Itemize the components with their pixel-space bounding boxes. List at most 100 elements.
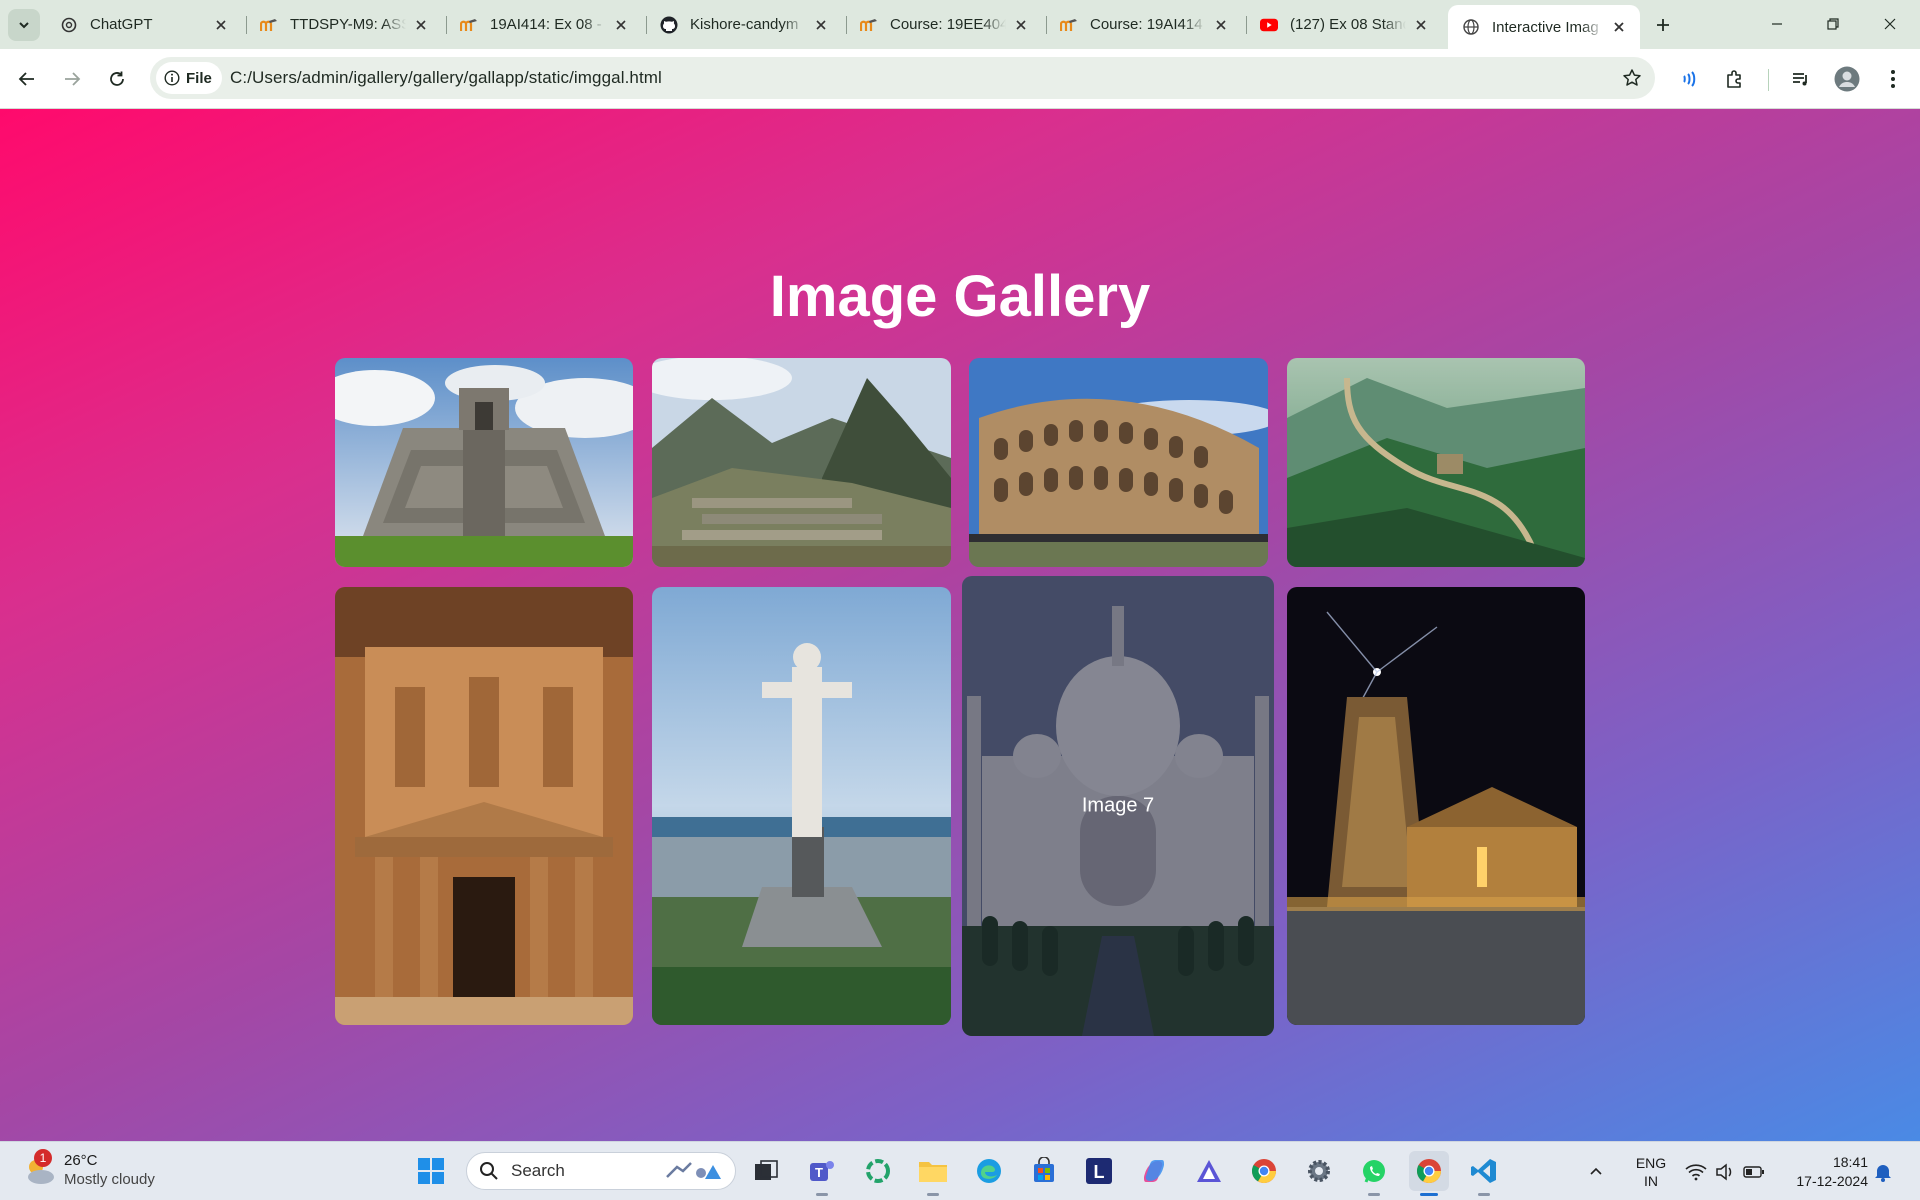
weather-widget[interactable]: 1 26°C Mostly cloudy — [22, 1149, 155, 1189]
proton-vpn-app[interactable] — [1189, 1151, 1229, 1191]
notifications-button[interactable] — [1874, 1142, 1892, 1200]
chrome-profile-app[interactable] — [1409, 1151, 1449, 1196]
tab-title: 19AI414: Ex 08 - — [490, 16, 602, 33]
bookmark-star-button[interactable] — [1621, 67, 1643, 89]
reload-button[interactable] — [100, 62, 134, 96]
file-explorer-app[interactable] — [913, 1151, 953, 1196]
avatar — [1834, 66, 1860, 92]
clock[interactable]: 18:41 17-12-2024 — [1782, 1142, 1868, 1200]
tab-ttdspy[interactable]: TTDSPY-M9: ASS — [246, 6, 442, 43]
back-arrow-icon — [18, 72, 34, 86]
running-indicator — [927, 1193, 939, 1196]
tab-chatgpt[interactable]: ChatGPT — [46, 6, 242, 43]
minimize-button[interactable] — [1755, 8, 1799, 40]
close-icon[interactable] — [1012, 16, 1030, 34]
settings-app[interactable] — [1299, 1151, 1339, 1191]
svg-text:L: L — [1094, 1162, 1105, 1182]
address-bar[interactable]: File C:/Users/admin/igallery/gallery/gal… — [150, 57, 1655, 99]
whatsapp-app[interactable] — [1354, 1151, 1394, 1196]
task-view-icon — [755, 1160, 778, 1180]
chatgpt-icon — [60, 16, 78, 34]
gallery-image-2[interactable] — [652, 358, 951, 567]
gallery-image-7[interactable]: Image 7 — [962, 576, 1274, 1036]
edge-app[interactable] — [969, 1151, 1009, 1191]
tab-course-19ai414[interactable]: Course: 19AI414 — [1046, 6, 1242, 43]
image-caption: Image 7 — [1081, 794, 1155, 817]
chevron-down-icon — [19, 22, 29, 29]
close-icon[interactable] — [612, 16, 630, 34]
new-tab-button[interactable] — [1650, 12, 1676, 38]
browser-menu-button[interactable] — [1876, 62, 1910, 96]
close-icon[interactable] — [212, 16, 230, 34]
windows-taskbar: 1 26°C Mostly cloudy Search T L ENG IN 1… — [0, 1141, 1920, 1200]
show-hidden-icons-button[interactable] — [1588, 1142, 1604, 1200]
media-controls-button[interactable] — [1784, 62, 1818, 96]
close-window-button[interactable] — [1868, 8, 1912, 40]
gallery-image-8[interactable] — [1287, 587, 1585, 1025]
extensions-button[interactable] — [1718, 62, 1752, 96]
whatsapp-icon — [1363, 1160, 1385, 1183]
gallery-image-3[interactable] — [969, 358, 1268, 567]
language-indicator[interactable]: ENG IN — [1634, 1142, 1668, 1200]
restore-button[interactable] — [1811, 8, 1855, 40]
info-icon — [164, 70, 180, 86]
forward-button[interactable] — [55, 62, 89, 96]
close-icon[interactable] — [1610, 18, 1628, 36]
close-icon[interactable] — [1412, 16, 1430, 34]
close-icon[interactable] — [812, 16, 830, 34]
tab-youtube[interactable]: (127) Ex 08 Stand — [1246, 6, 1442, 43]
site-info-chip[interactable]: File — [156, 62, 222, 94]
copilot-app[interactable] — [858, 1151, 898, 1191]
site-chip-label: File — [186, 69, 212, 87]
tab-title: Course: 19AI414 — [1090, 16, 1203, 33]
close-icon[interactable] — [1212, 16, 1230, 34]
gallery-image-4[interactable] — [1287, 358, 1585, 567]
read-aloud-button[interactable] — [1672, 62, 1706, 96]
page-title: Image Gallery — [769, 264, 1151, 329]
gallery-image-6[interactable] — [652, 587, 951, 1025]
wifi-icon — [1685, 1163, 1707, 1180]
copilot-button[interactable] — [1134, 1151, 1174, 1191]
quick-settings-button[interactable] — [1685, 1142, 1765, 1200]
teams-app[interactable]: T — [802, 1151, 842, 1196]
tab-strip: ChatGPT TTDSPY-M9: ASS 19AI414: Ex 08 - … — [0, 0, 1920, 49]
moodle-icon — [460, 16, 478, 34]
star-icon — [1623, 69, 1641, 86]
ring-app-icon — [866, 1159, 890, 1183]
tab-search-button[interactable] — [8, 9, 40, 41]
microsoft-store-app[interactable] — [1024, 1151, 1064, 1191]
profile-button[interactable] — [1830, 62, 1864, 96]
vscode-app[interactable] — [1464, 1151, 1504, 1196]
chevron-up-icon — [1590, 1167, 1602, 1175]
temple-night-image — [1287, 587, 1585, 1025]
tab-title: ChatGPT — [90, 16, 153, 33]
close-icon[interactable] — [412, 16, 430, 34]
more-vertical-icon — [1891, 70, 1895, 88]
mountain-ruins-image — [652, 358, 951, 567]
teams-icon: T — [810, 1161, 834, 1181]
task-view-button[interactable] — [746, 1151, 786, 1191]
running-indicator — [1478, 1193, 1490, 1196]
pyramid-image — [335, 358, 633, 567]
start-button[interactable] — [411, 1151, 451, 1191]
battery-icon — [1743, 1165, 1764, 1178]
moodle-icon — [1060, 16, 1078, 34]
gallery-image-5[interactable] — [335, 587, 633, 1025]
taskbar-search[interactable]: Search — [466, 1152, 736, 1190]
plus-icon — [1657, 19, 1669, 31]
back-button[interactable] — [10, 62, 44, 96]
youtube-icon — [1260, 16, 1278, 34]
christ-redeemer-image — [652, 587, 951, 1025]
tab-github[interactable]: Kishore-candym — [646, 6, 842, 43]
running-indicator — [816, 1193, 828, 1196]
gallery-image-1[interactable] — [335, 358, 633, 567]
tab-interactive-image-gallery[interactable]: Interactive Imag — [1448, 5, 1640, 49]
triangle-logo-icon — [1197, 1160, 1221, 1182]
l-app[interactable]: L — [1079, 1151, 1119, 1191]
moodle-icon — [860, 16, 878, 34]
tab-19ai414-ex08[interactable]: 19AI414: Ex 08 - — [446, 6, 642, 43]
minimize-icon — [1772, 23, 1782, 25]
chrome-app[interactable] — [1244, 1151, 1284, 1191]
url-text[interactable]: C:/Users/admin/igallery/gallery/gallapp/… — [230, 68, 662, 88]
tab-course-19ee404[interactable]: Course: 19EE404 — [846, 6, 1042, 43]
